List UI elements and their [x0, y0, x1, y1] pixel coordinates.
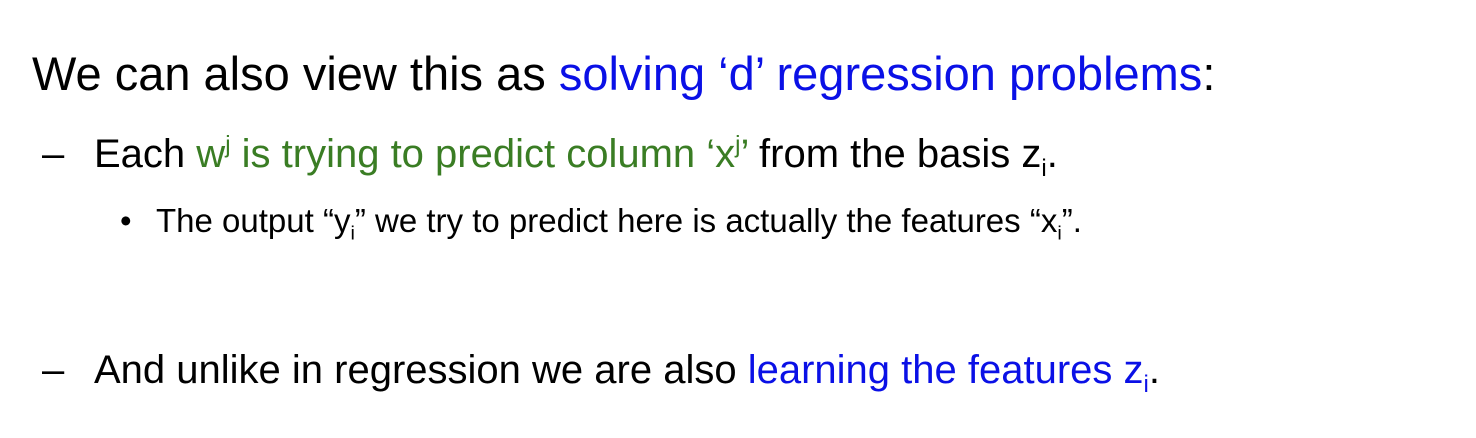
heading-highlight: solving ‘d’ regression problems	[558, 47, 1203, 100]
heading-prefix: We can also view this as	[32, 47, 559, 100]
point1-green-end: ’	[740, 132, 748, 176]
heading-suffix: :	[1202, 47, 1216, 100]
dash-marker: –	[42, 348, 65, 392]
subpoint-prefix: The output “y	[156, 202, 351, 239]
slide-heading: We can also view this as solving ‘d’ reg…	[32, 50, 1215, 97]
subpoint-end: ”.	[1061, 202, 1082, 239]
point1-suffix: from the basis z	[747, 132, 1042, 176]
point2-highlight: learning the features z	[747, 348, 1144, 392]
point1-green-mid: is trying to predict column ‘x	[230, 132, 736, 176]
subpoint-output: • The output “yi” we try to predict here …	[120, 202, 1082, 243]
point-each-wj: – Each wj is trying to predict column ‘xj…	[42, 132, 1058, 180]
slide: We can also view this as solving ‘d’ reg…	[0, 0, 1476, 438]
subpoint-middle: ” we try to predict here is actually the…	[354, 202, 1058, 239]
point2-prefix: And unlike in regression we are also	[94, 348, 748, 392]
point1-end: .	[1046, 132, 1058, 176]
point1-w: w	[196, 132, 226, 176]
point2-end: .	[1148, 348, 1160, 392]
point-learning-features: – And unlike in regression we are also le…	[42, 348, 1160, 397]
bullet-marker: •	[120, 202, 132, 239]
dash-marker: –	[42, 132, 65, 176]
point1-prefix: Each	[94, 132, 197, 176]
